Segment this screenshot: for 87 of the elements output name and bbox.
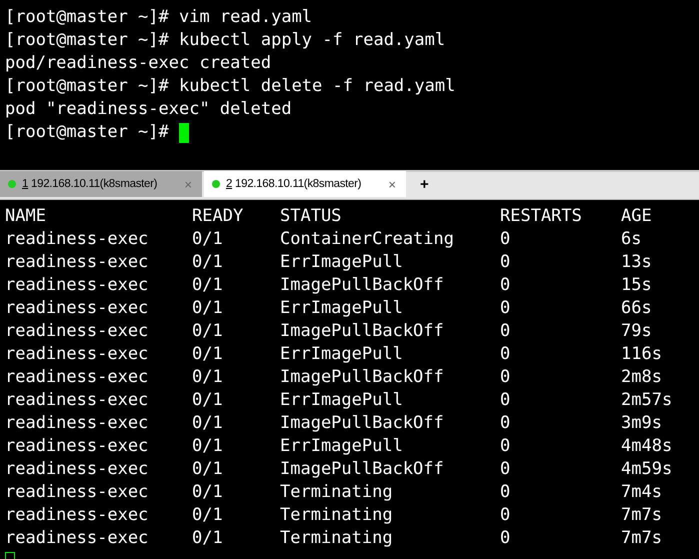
table-cell: ErrImagePull [280, 297, 403, 320]
table-cell: ImagePullBackOff [280, 412, 444, 435]
table-cell: 66s [621, 297, 652, 320]
table-cell: 0 [500, 297, 510, 320]
table-cell: 2m57s [621, 389, 672, 412]
table-cell: Terminating [280, 527, 393, 550]
table-cell: ErrImagePull [280, 251, 403, 274]
table-cell: 13s [621, 251, 652, 274]
terminal-line: pod "readiness-exec" deleted [5, 98, 293, 121]
table-cell: 0/1 [192, 458, 223, 481]
column-header: STATUS [280, 205, 342, 228]
shell-prompt: [root@master ~]# [5, 121, 170, 144]
table-cell: readiness-exec [5, 297, 148, 320]
table-cell: ImagePullBackOff [280, 274, 444, 297]
table-cell: 4m48s [621, 435, 672, 458]
table-cell: readiness-exec [5, 481, 148, 504]
table-cell: 3m9s [621, 412, 662, 435]
table-cell: 116s [621, 343, 662, 366]
table-cell: 0/1 [192, 389, 223, 412]
new-tab-button[interactable]: + [414, 171, 435, 197]
table-cell: 7m4s [621, 481, 662, 504]
table-cell: 0 [500, 343, 510, 366]
table-cell: 0 [500, 251, 510, 274]
table-cell: 0 [500, 504, 510, 527]
terminal-line: [root@master ~]# kubectl delete -f read.yaml [5, 75, 456, 98]
session-tab[interactable]: 2 192.168.10.11(k8smaster) × [204, 171, 406, 197]
table-cell: readiness-exec [5, 458, 148, 481]
session-tab[interactable]: 1 192.168.10.11(k8smaster) × [0, 171, 202, 197]
table-cell: 0 [500, 458, 510, 481]
table-cell: 2m8s [621, 366, 662, 389]
column-header: RESTARTS [500, 205, 582, 228]
table-cell: 0 [500, 435, 510, 458]
table-cell: ErrImagePull [280, 389, 403, 412]
table-cell: 0 [500, 320, 510, 343]
table-cell: 0 [500, 274, 510, 297]
table-cell: 0/1 [192, 297, 223, 320]
column-header: NAME [5, 205, 46, 228]
table-cell: Terminating [280, 481, 393, 504]
table-cell: 0 [500, 389, 510, 412]
column-header: READY [192, 205, 244, 228]
table-cell: 0/1 [192, 343, 223, 366]
table-cell: 0 [500, 481, 510, 504]
table-cell: readiness-exec [5, 228, 148, 251]
table-cell: readiness-exec [5, 274, 148, 297]
table-cell: 0 [500, 366, 510, 389]
table-cell: readiness-exec [5, 527, 148, 550]
table-cell: readiness-exec [5, 412, 148, 435]
tab-label: 1 192.168.10.11(k8smaster) [22, 178, 158, 190]
table-cell: readiness-exec [5, 251, 148, 274]
table-cell: ContainerCreating [280, 228, 454, 251]
table-cell: ErrImagePull [280, 435, 403, 458]
table-cell: 0/1 [192, 527, 223, 550]
table-cell: 0/1 [192, 274, 223, 297]
table-cell: 6s [621, 228, 642, 251]
table-cell: 0 [500, 412, 510, 435]
terminal-line: pod/readiness-exec created [5, 52, 272, 75]
table-cell: ImagePullBackOff [280, 458, 444, 481]
table-cell: 0/1 [192, 228, 223, 251]
table-cell: 0 [500, 527, 510, 550]
terminal-line: [root@master ~]# kubectl apply -f read.yaml [5, 29, 446, 52]
table-cell: readiness-exec [5, 504, 148, 527]
table-cell: readiness-exec [5, 389, 148, 412]
table-cell: 79s [621, 320, 652, 343]
table-cell: 15s [621, 274, 652, 297]
table-cell: 0/1 [192, 366, 223, 389]
table-cell: readiness-exec [5, 435, 148, 458]
table-cell: 0/1 [192, 504, 223, 527]
table-cell: 7m7s [621, 527, 662, 550]
table-cell: 0 [500, 228, 510, 251]
table-cell: 0/1 [192, 435, 223, 458]
table-cell: 0/1 [192, 412, 223, 435]
table-cell: ErrImagePull [280, 343, 403, 366]
table-cell: 0/1 [192, 481, 223, 504]
column-header: AGE [621, 205, 652, 228]
table-cell: readiness-exec [5, 320, 148, 343]
table-cell: ImagePullBackOff [280, 320, 444, 343]
table-cell: 4m59s [621, 458, 672, 481]
tab-label: 2 192.168.10.11(k8smaster) [226, 178, 362, 190]
table-cell: Terminating [280, 504, 393, 527]
table-cell: 0/1 [192, 320, 223, 343]
table-cell: readiness-exec [5, 366, 148, 389]
table-cell: 0/1 [192, 251, 223, 274]
terminal-line: [root@master ~]# vim read.yaml [5, 6, 314, 29]
table-cell: ImagePullBackOff [280, 366, 444, 389]
close-icon[interactable]: × [388, 176, 396, 192]
table-cell: readiness-exec [5, 343, 148, 366]
table-cell: 7m7s [621, 504, 662, 527]
